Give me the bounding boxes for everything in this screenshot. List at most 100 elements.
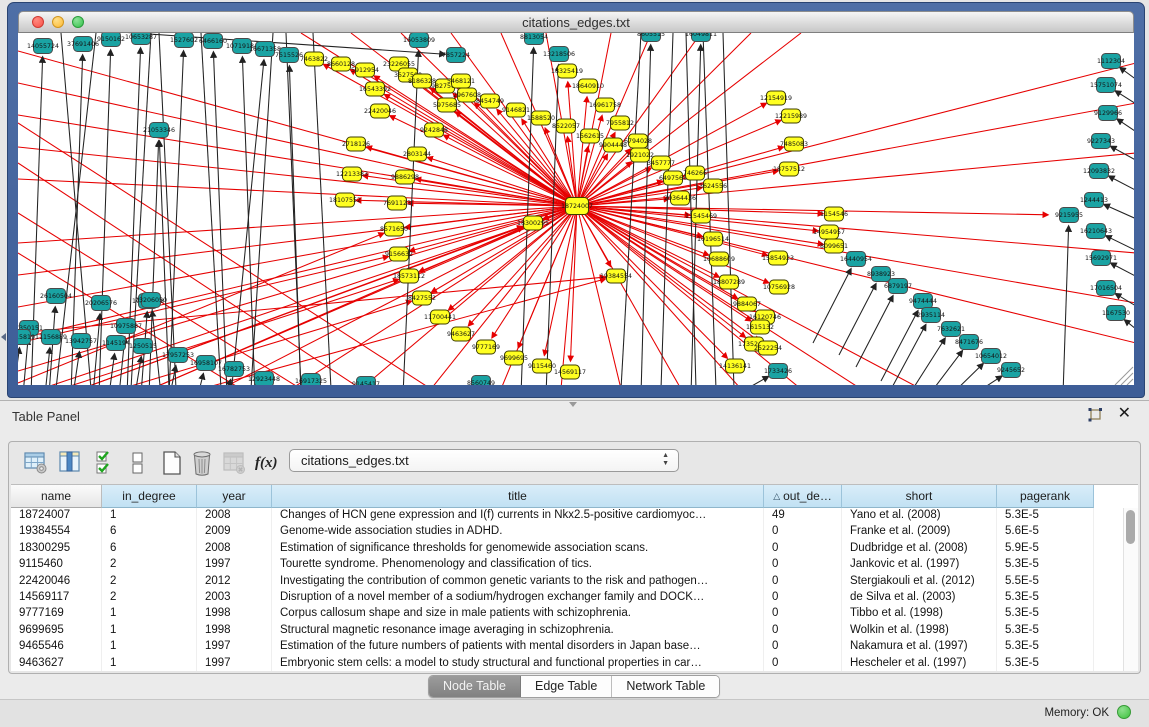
table-cell: 0 [764,574,842,591]
table-row[interactable]: 1872400712008Changes of HCN gene express… [11,508,1138,525]
table-row[interactable]: 946362711997Embryonic stem cells: a mode… [11,656,1138,671]
memory-status-icon[interactable] [1117,705,1131,719]
citation-edge-black [18,348,19,385]
function-builder-icon[interactable]: f(x) [255,449,285,477]
column-header-year[interactable]: year [197,485,272,508]
citation-edge-black [198,374,203,385]
node-label: 17957253 [162,352,194,359]
node-label: 6794028 [624,138,652,145]
citation-edge-red [577,206,727,358]
splitter-grip-icon[interactable] [569,402,577,407]
column-header-name[interactable]: name [11,485,102,508]
node-label: 16049811 [685,33,717,38]
node-label: 8522057 [552,123,580,130]
table-panel-title: Table Panel [12,409,80,424]
table-cell: 2012 [197,574,272,591]
node-label: 7463822 [300,56,328,63]
table-cell: 1998 [197,606,272,623]
scrollbar-thumb[interactable] [1126,510,1135,544]
close-panel-icon[interactable]: ✕ [1118,405,1131,423]
citation-edge-black [45,348,50,385]
citation-edge-black [856,296,893,367]
table-row[interactable]: 1456911722003Disruption of a novel membe… [11,590,1138,607]
tab-node-table[interactable]: Node Table [429,676,521,697]
table-row[interactable]: 911546021997Tourette syndrome. Phenomeno… [11,557,1138,574]
citation-edge-black [23,339,28,385]
selector-stepper-icon: ▲▼ [662,452,669,468]
node-label: 15854923 [762,255,794,262]
network-window-title: citations_edges.txt [19,15,1133,30]
resize-grip-icon[interactable] [1115,367,1133,385]
table-panel: Table Panel ✕ [0,400,1149,699]
column-header-out_de[interactable]: △out_de… [764,485,842,508]
table-row[interactable]: 977716911998Corpus callosum shape and si… [11,606,1138,623]
node-label: 8571650 [380,226,408,233]
citation-edge-black [1111,263,1134,279]
node-label: 1145194 [102,340,130,347]
node-label: 20364436 [664,195,696,202]
citation-edge-black [313,33,331,385]
node-label: 9884067 [733,301,761,308]
table-selector-value: citations_edges.txt [301,453,409,468]
tab-edge-table[interactable]: Edge Table [521,676,612,697]
float-panel-icon[interactable] [1087,407,1103,423]
table-cell: 2008 [197,508,272,525]
citation-edge-black [1117,119,1134,135]
vertical-scrollbar[interactable] [1123,508,1138,671]
tab-network-table[interactable]: Network Table [612,676,719,697]
table-cell: 5.3E-5 [997,590,1094,607]
node-label: 18573112 [393,273,425,280]
table-cell: Nakamura et al. (1997) [842,639,997,656]
node-label: 7515526 [275,52,303,59]
table-row[interactable]: 1830029562008Estimation of significance … [11,541,1138,558]
sort-ascending-icon: △ [773,491,780,501]
citation-edge-black [621,33,641,385]
node-label: 8099651 [820,243,848,250]
node-label: 18325419 [551,68,583,75]
collapse-arrow-icon[interactable] [1,333,6,341]
column-header-short[interactable]: short [842,485,997,508]
network-view[interactable]: 1405572437691406915016210653287152760264… [18,33,1134,385]
citation-edge-black [1109,176,1134,193]
table-selector[interactable]: citations_edges.txt ▲▼ [289,449,679,472]
node-label: 16053809 [403,37,435,44]
table-settings-icon[interactable] [23,449,49,477]
unselect-all-columns-icon[interactable] [125,449,151,477]
column-header-pagerank[interactable]: pagerank [997,485,1094,508]
citation-edge-black [251,33,273,385]
network-canvas[interactable]: 1405572437691406915016210653287152760264… [18,33,1134,385]
node-label: 9227343 [1087,138,1115,145]
select-all-columns-icon[interactable] [93,449,119,477]
show-columns-icon[interactable] [57,449,83,477]
node-label: 37691406 [67,41,99,48]
table-cell: Stergiakouli et al. (2012) [842,574,997,591]
table-cell: 5.3E-5 [997,656,1094,671]
create-column-icon[interactable] [159,449,185,477]
table-cell: 14569117 [11,590,102,607]
table-row[interactable]: 2242004622012Investigating the contribut… [11,574,1138,591]
table-cell: 9777169 [11,606,102,623]
table-row[interactable]: 946554611997Estimation of the future num… [11,639,1138,656]
node-label: 16917325 [295,378,327,385]
network-window-titlebar[interactable]: citations_edges.txt [18,11,1134,33]
table-row[interactable]: 969969511998Structural magnetic resonanc… [11,623,1138,640]
table-cell: 0 [764,524,842,541]
node-label: 9145417 [352,381,380,385]
node-label: 15692971 [1085,255,1117,262]
node-label: 9115460 [528,363,556,370]
table-cell: Estimation of significance thresholds fo… [272,541,764,558]
node-label: 9699695 [500,355,528,362]
citation-edge-black [1125,320,1134,333]
delete-table-icon[interactable] [221,449,247,477]
node-label: 10653287 [125,34,157,41]
table-row[interactable]: 1938455462009Genome-wide association stu… [11,524,1138,541]
node-label: 1921022 [626,152,654,159]
table-cell: 22420046 [11,574,102,591]
column-header-title[interactable]: title [272,485,764,508]
node-label: 10975887 [110,323,142,330]
column-header-in_degree[interactable]: in_degree [102,485,197,508]
citation-edge-black [242,57,255,385]
table-cell: 2 [102,590,197,607]
table-cell: 6 [102,541,197,558]
delete-column-icon[interactable] [189,449,215,477]
